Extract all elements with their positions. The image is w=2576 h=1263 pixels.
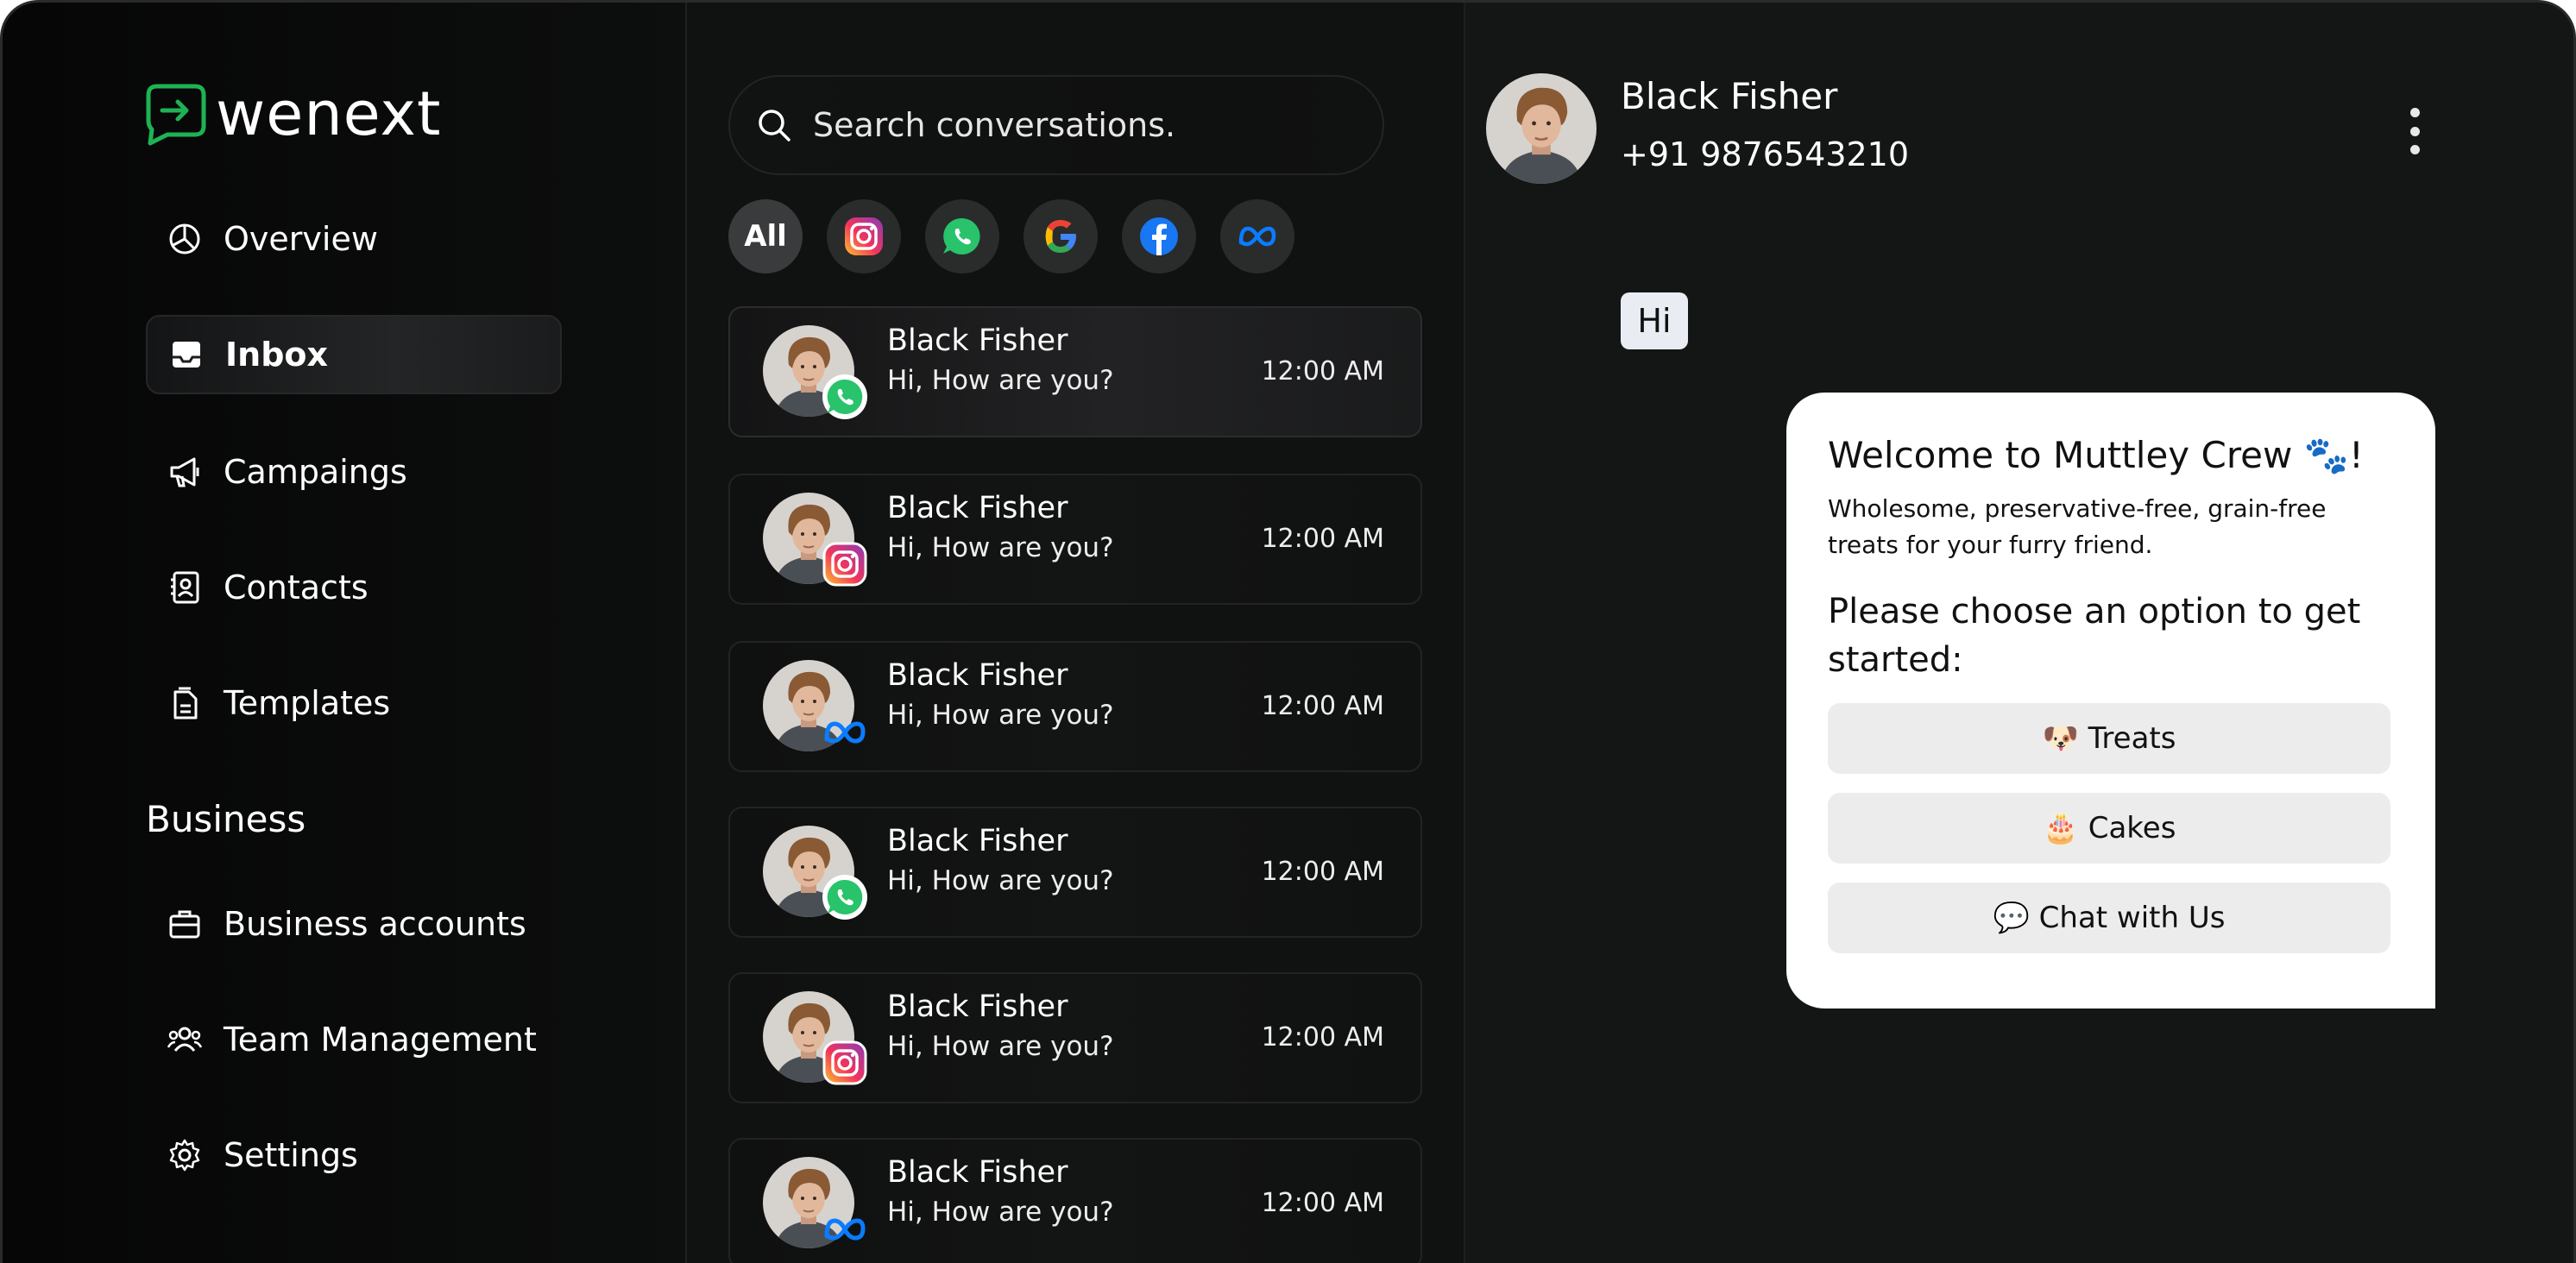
conversation-item[interactable]: Black Fisher Hi, How are you? 12:00 AM [728, 306, 1422, 437]
card-question: Please choose an option to get started: [1828, 592, 2361, 680]
search-bar[interactable] [728, 75, 1384, 175]
facebook-icon [1140, 217, 1178, 255]
section-heading-business: Business [146, 798, 306, 840]
message-preview: Hi, How are you? [887, 532, 1114, 563]
document-icon [165, 683, 205, 723]
timestamp: 12:00 AM [1261, 524, 1384, 554]
instagram-icon [845, 217, 883, 255]
whatsapp-icon [822, 875, 867, 920]
contact-name: Black Fisher [887, 491, 1068, 525]
option-cakes-button[interactable]: 🎂 Cakes [1828, 793, 2390, 864]
conversation-list-panel: All [687, 3, 1465, 1263]
instagram-icon [822, 1040, 867, 1085]
app-window: wenext Overview Inbox Campaings Contacts [0, 0, 2576, 1263]
timestamp: 12:00 AM [1261, 857, 1384, 887]
sidebar-item-label: Campaings [224, 453, 407, 491]
avatar[interactable] [1486, 73, 1597, 184]
chat-contact-phone: +91 9876543210 [1621, 135, 1910, 173]
sidebar-item-label: Templates [224, 684, 391, 722]
timestamp: 12:00 AM [1261, 691, 1384, 721]
conversation-item[interactable]: Black Fisher Hi, How are you? 12:00 AM [728, 807, 1422, 938]
interactive-message-card: Welcome to Muttley Crew 🐾! Wholesome, pr… [1786, 393, 2435, 1009]
sidebar: wenext Overview Inbox Campaings Contacts [3, 3, 687, 1263]
option-chat-button[interactable]: 💬 Chat with Us [1828, 883, 2390, 953]
conversation-item[interactable]: Black Fisher Hi, How are you? 12:00 AM [728, 474, 1422, 605]
message-preview: Hi, How are you? [887, 365, 1114, 396]
logo-icon [146, 84, 206, 146]
whatsapp-icon [943, 217, 980, 254]
message-preview: Hi, How are you? [887, 700, 1114, 731]
meta-icon [824, 721, 866, 744]
timestamp: 12:00 AM [1261, 356, 1384, 386]
sidebar-item-label: Team Management [224, 1021, 537, 1059]
filter-all[interactable]: All [728, 199, 803, 273]
message-preview: Hi, How are you? [887, 1197, 1114, 1228]
gear-icon [165, 1135, 205, 1175]
sidebar-item-label: Contacts [224, 569, 368, 606]
contact-name: Black Fisher [887, 658, 1068, 693]
card-subtitle: Wholesome, preservative-free, grain-free… [1828, 494, 2327, 559]
conversation-item[interactable]: Black Fisher Hi, How are you? 12:00 AM [728, 972, 1422, 1103]
pie-chart-icon [165, 219, 205, 259]
chat-contact-name: Black Fisher [1621, 75, 1838, 117]
briefcase-icon [165, 904, 205, 944]
meta-icon [824, 1218, 866, 1241]
brand-name: wenext [216, 79, 442, 149]
inbox-icon [167, 335, 206, 374]
logo[interactable]: wenext [143, 79, 441, 149]
channel-filters: All [728, 199, 1319, 273]
sidebar-item-label: Business accounts [224, 905, 526, 943]
contact-name: Black Fisher [887, 824, 1068, 858]
sidebar-item-label: Inbox [225, 336, 329, 374]
card-title: Welcome to Muttley Crew 🐾! [1828, 434, 2364, 476]
contact-name: Black Fisher [887, 990, 1068, 1024]
more-options-icon[interactable] [2402, 108, 2428, 154]
message-preview: Hi, How are you? [887, 1031, 1114, 1062]
chat-panel: Black Fisher +91 9876543210 Hi Welcome t… [1465, 3, 2573, 1263]
whatsapp-icon [822, 374, 867, 419]
team-icon [165, 1020, 205, 1059]
sidebar-item-label: Settings [224, 1136, 358, 1174]
sidebar-item-team-management[interactable]: Team Management [146, 1000, 562, 1079]
filter-whatsapp[interactable] [925, 199, 999, 273]
meta-icon [1238, 226, 1276, 247]
contact-book-icon [165, 568, 205, 607]
timestamp: 12:00 AM [1261, 1188, 1384, 1218]
contact-name: Black Fisher [887, 1155, 1068, 1190]
conversation-item[interactable]: Black Fisher Hi, How are you? 12:00 AM [728, 1138, 1422, 1263]
timestamp: 12:00 AM [1261, 1022, 1384, 1052]
sidebar-item-contacts[interactable]: Contacts [146, 548, 562, 627]
google-icon [1045, 220, 1076, 253]
instagram-icon [822, 542, 867, 587]
sidebar-item-settings[interactable]: Settings [146, 1115, 562, 1195]
sidebar-item-templates[interactable]: Templates [146, 663, 562, 743]
filter-facebook[interactable] [1122, 199, 1196, 273]
filter-meta[interactable] [1220, 199, 1294, 273]
sidebar-item-overview[interactable]: Overview [146, 199, 562, 279]
filter-google[interactable] [1023, 199, 1098, 273]
sidebar-item-campaigns[interactable]: Campaings [146, 432, 562, 512]
filter-instagram[interactable] [827, 199, 901, 273]
search-icon [759, 110, 790, 141]
sidebar-item-label: Overview [224, 220, 378, 258]
search-input[interactable] [813, 106, 1331, 144]
incoming-message: Hi [1621, 292, 1688, 349]
conversation-item[interactable]: Black Fisher Hi, How are you? 12:00 AM [728, 641, 1422, 772]
message-preview: Hi, How are you? [887, 865, 1114, 896]
megaphone-icon [165, 452, 205, 492]
contact-name: Black Fisher [887, 324, 1068, 358]
sidebar-item-business-accounts[interactable]: Business accounts [146, 884, 562, 964]
sidebar-item-inbox[interactable]: Inbox [146, 315, 562, 394]
option-treats-button[interactable]: 🐶 Treats [1828, 703, 2390, 774]
